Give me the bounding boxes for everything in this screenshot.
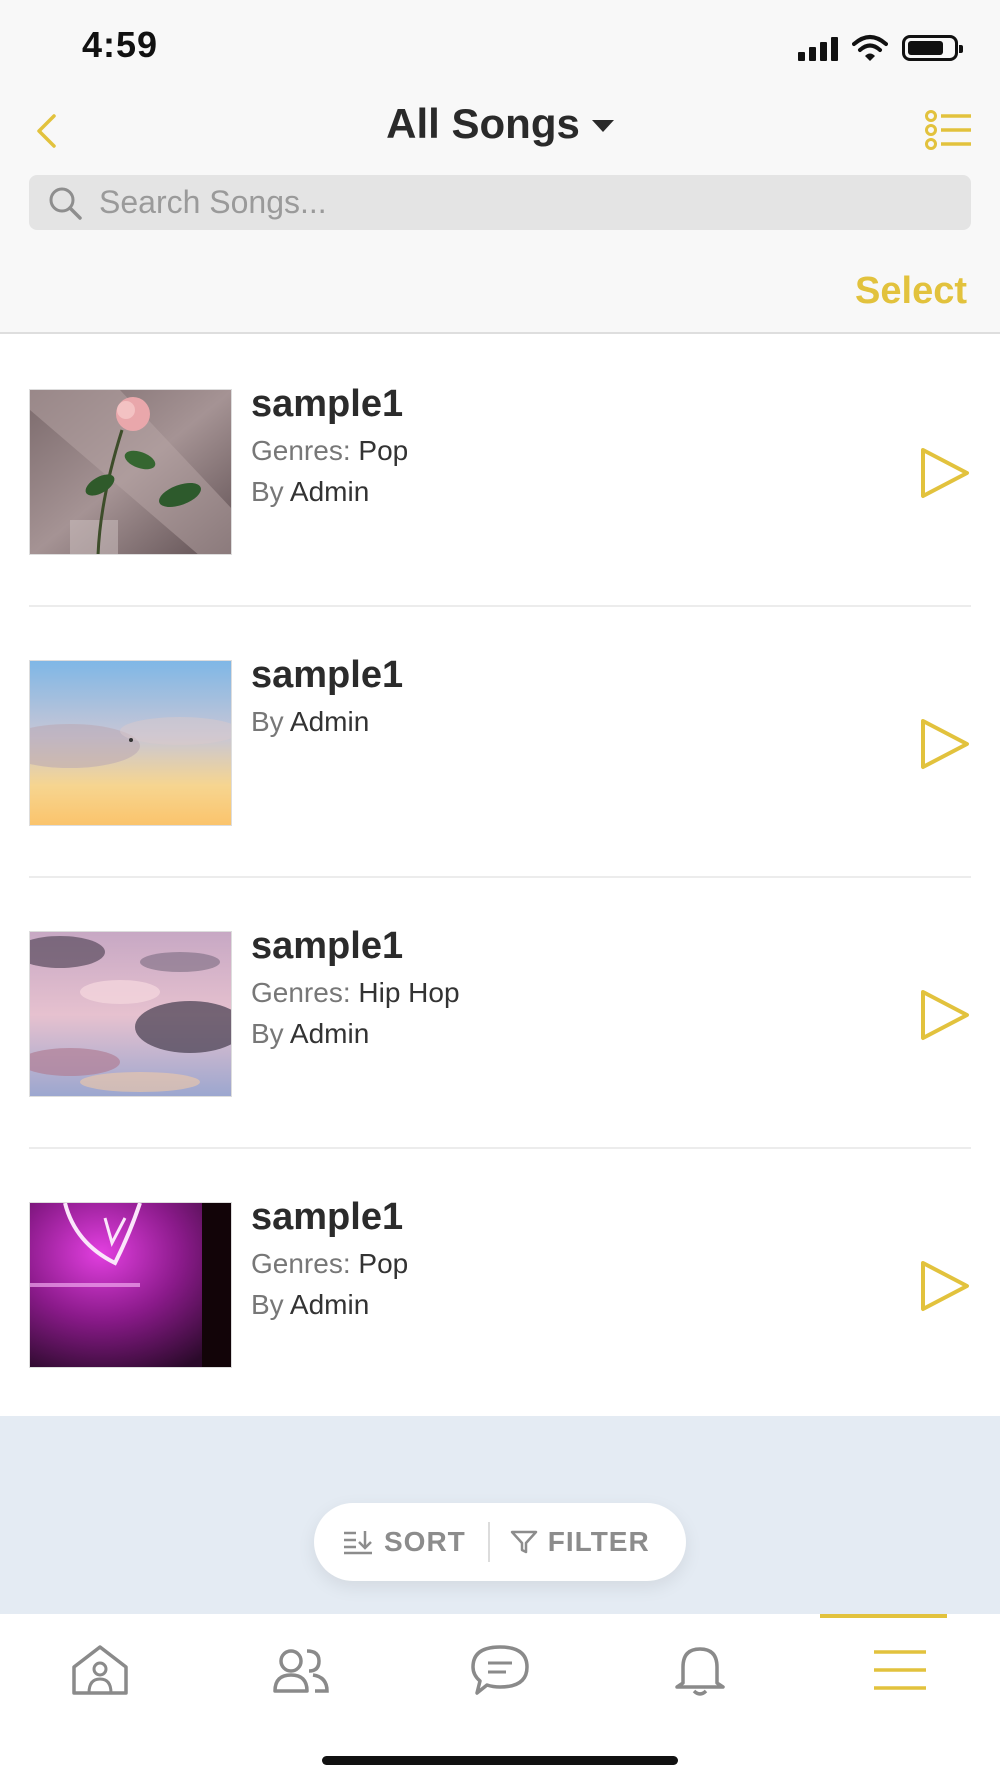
album-art-neon: [29, 1202, 232, 1368]
album-art-sky: [29, 660, 232, 826]
sort-label: SORT: [384, 1526, 466, 1557]
active-tab-indicator: [820, 1614, 947, 1618]
bell-icon: [675, 1647, 725, 1696]
sort-button[interactable]: SORT: [342, 1526, 466, 1558]
home-indicator: [322, 1756, 678, 1765]
caret-down-icon: [591, 120, 614, 132]
filter-icon: [510, 1530, 538, 1554]
pill-divider: [487, 1522, 490, 1562]
list-icon: [925, 110, 971, 150]
filter-button[interactable]: FILTER: [510, 1526, 650, 1558]
wifi-icon: [852, 35, 888, 61]
song-title: sample1: [251, 925, 404, 967]
tab-people[interactable]: [260, 1640, 340, 1700]
song-row[interactable]: sample1 Genres: Hip Hop By Admin: [29, 878, 971, 1149]
tab-messages[interactable]: [460, 1640, 540, 1700]
song-row[interactable]: sample1 Genres: Pop By Admin: [29, 336, 971, 607]
page-title: All Songs: [386, 100, 580, 147]
album-art-clouds: [29, 931, 232, 1097]
tab-bar: [0, 1614, 1000, 1778]
tab-menu[interactable]: [860, 1640, 940, 1700]
song-title: sample1: [251, 654, 404, 696]
battery-icon: [902, 35, 963, 61]
album-art-rose: [29, 389, 232, 555]
song-artist: By Admin: [251, 1288, 370, 1320]
song-title: sample1: [251, 383, 404, 425]
tab-home[interactable]: [60, 1640, 140, 1700]
select-button[interactable]: Select: [855, 270, 967, 313]
home-icon: [72, 1645, 128, 1695]
search-input[interactable]: [99, 184, 919, 221]
song-row[interactable]: sample1 Genres: Pop By Admin: [29, 1149, 971, 1420]
chat-icon: [471, 1645, 529, 1695]
play-icon: [921, 448, 969, 498]
tab-notifications[interactable]: [660, 1640, 740, 1700]
top-header: 4:59 All Songs Search Songs... Select: [0, 0, 1000, 334]
signal-icon: [798, 35, 838, 61]
song-genres: Genres: Hip Hop: [251, 976, 460, 1008]
song-genres: Genres: Pop: [251, 1247, 409, 1279]
play-icon: [921, 990, 969, 1040]
status-time: 4:59: [82, 24, 159, 65]
list-view-button[interactable]: [924, 108, 974, 152]
people-icon: [273, 1649, 329, 1693]
song-artist: By Admin: [251, 1017, 370, 1049]
song-list: sample1 Genres: Pop By Admin sample1 By …: [0, 336, 1000, 1420]
play-icon: [921, 1261, 969, 1311]
sort-icon: [344, 1531, 372, 1555]
status-icons: [798, 34, 963, 62]
search-icon: [49, 187, 82, 220]
play-icon: [921, 719, 969, 769]
play-button[interactable]: [919, 1259, 971, 1313]
play-button[interactable]: [919, 717, 971, 771]
song-artist: By Admin: [251, 705, 370, 737]
page-title-dropdown[interactable]: All Songs: [386, 100, 614, 148]
play-button[interactable]: [919, 446, 971, 500]
song-row[interactable]: sample1 By Admin: [29, 607, 971, 878]
song-artist: By Admin: [251, 475, 370, 507]
song-title: sample1: [251, 1196, 404, 1238]
search-bar[interactable]: [29, 175, 971, 230]
play-button[interactable]: [919, 988, 971, 1042]
song-genres: Genres: Pop: [251, 434, 409, 466]
filter-label: FILTER: [547, 1526, 650, 1557]
sort-filter-bar: SORT FILTER: [314, 1503, 686, 1581]
menu-icon: [874, 1650, 926, 1690]
